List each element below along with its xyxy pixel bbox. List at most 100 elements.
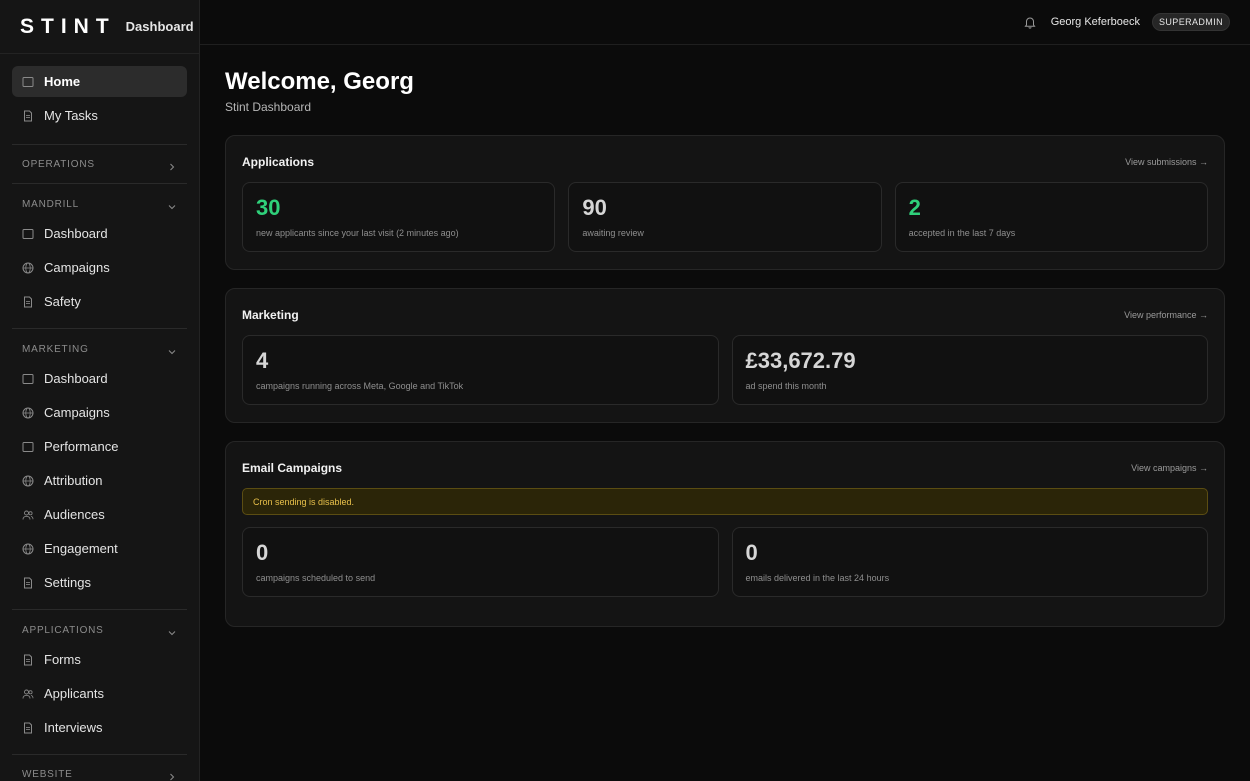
chevron-down-icon xyxy=(167,344,177,355)
stat-accepted[interactable]: 2 accepted in the last 7 days xyxy=(894,182,1208,252)
stat-new-applicants[interactable]: 30 new applicants since your last visit … xyxy=(242,182,556,252)
user-name[interactable]: Georg Keferboeck xyxy=(1051,16,1140,28)
sidebar-item-applicants[interactable]: Applicants xyxy=(12,678,187,709)
card-title: Marketing xyxy=(242,308,299,322)
sidebar: STINT Dashboard Home My Tasks OPERATIONS… xyxy=(0,0,200,781)
section-marketing-toggle[interactable]: MARKETING xyxy=(12,339,187,359)
sidebar-item-marketing-engagement[interactable]: Engagement xyxy=(12,533,187,564)
role-badge: SUPERADMIN xyxy=(1151,13,1230,31)
stats-row: 0 campaigns scheduled to send 0 emails d… xyxy=(242,527,1208,597)
stat-value: 90 xyxy=(582,195,607,220)
alert-text: Cron sending is disabled. xyxy=(253,496,355,507)
sidebar-item-label: Home xyxy=(44,74,81,89)
card-header: Marketing View performance → xyxy=(242,305,1208,325)
chevron-right-icon xyxy=(167,159,177,171)
sidebar-item-label: Forms xyxy=(44,652,81,667)
stat-campaigns-running[interactable]: 4 campaigns running across Meta, Google … xyxy=(242,335,719,405)
section-website: WEBSITE xyxy=(12,755,187,781)
square-icon xyxy=(22,228,34,240)
stats-row: 4 campaigns running across Meta, Google … xyxy=(242,335,1208,405)
brand-section-label: Dashboard xyxy=(125,19,194,34)
sidebar-item-marketing-settings[interactable]: Settings xyxy=(12,567,187,598)
stat-description: new applicants since your last visit (2 … xyxy=(256,228,459,238)
view-campaigns-link[interactable]: View campaigns → xyxy=(1131,463,1208,473)
sidebar-item-my-tasks[interactable]: My Tasks xyxy=(12,100,187,131)
card-title: Applications xyxy=(242,155,315,169)
card-title: Email Campaigns xyxy=(242,461,343,475)
section-operations: OPERATIONS xyxy=(12,145,187,184)
square-icon xyxy=(22,373,34,385)
sidebar-item-label: Campaigns xyxy=(44,405,110,420)
sidebar-item-label: My Tasks xyxy=(44,108,98,123)
document-icon xyxy=(22,296,34,308)
section-marketing: MARKETING Dashboard Campaigns Performanc… xyxy=(12,329,187,610)
brand: STINT Dashboard xyxy=(0,0,199,54)
section-mandrill-toggle[interactable]: MANDRILL xyxy=(12,194,187,214)
stat-awaiting-review[interactable]: 90 awaiting review xyxy=(568,182,882,252)
section-title: APPLICATIONS xyxy=(22,624,104,636)
sidebar-item-label: Safety xyxy=(44,294,81,309)
applications-card: Applications View submissions → 30 new a… xyxy=(225,135,1225,270)
stat-campaigns-scheduled[interactable]: 0 campaigns scheduled to send xyxy=(242,527,719,597)
section-title: MANDRILL xyxy=(22,198,79,210)
square-icon xyxy=(22,441,34,453)
sidebar-item-label: Dashboard xyxy=(44,371,108,386)
sidebar-item-marketing-attribution[interactable]: Attribution xyxy=(12,465,187,496)
sidebar-item-interviews[interactable]: Interviews xyxy=(12,712,187,743)
section-website-toggle[interactable]: WEBSITE xyxy=(12,764,187,781)
bell-icon[interactable] xyxy=(1023,15,1037,29)
stat-ad-spend[interactable]: £33,672.79 ad spend this month xyxy=(731,335,1208,405)
sidebar-item-label: Dashboard xyxy=(44,226,108,241)
stat-description: awaiting review xyxy=(582,228,644,238)
stats-row: 30 new applicants since your last visit … xyxy=(242,182,1208,252)
globe-icon xyxy=(22,407,34,419)
globe-icon xyxy=(22,543,34,555)
stint-logo[interactable]: STINT xyxy=(20,15,116,39)
chevron-down-icon xyxy=(167,199,177,210)
section-operations-toggle[interactable]: OPERATIONS xyxy=(12,154,187,174)
document-icon xyxy=(22,654,34,666)
top-bar: Georg Keferboeck SUPERADMIN xyxy=(200,0,1250,45)
page-title: Welcome, Georg xyxy=(225,68,414,95)
sidebar-item-mandrill-campaigns[interactable]: Campaigns xyxy=(12,252,187,283)
section-mandrill: MANDRILL Dashboard Campaigns Safety xyxy=(12,184,187,329)
sidebar-item-mandrill-dashboard[interactable]: Dashboard xyxy=(12,218,187,249)
sidebar-item-home[interactable]: Home xyxy=(12,66,187,97)
document-icon xyxy=(22,110,34,122)
sidebar-item-label: Attribution xyxy=(44,473,103,488)
sidebar-item-marketing-campaigns[interactable]: Campaigns xyxy=(12,397,187,428)
sidebar-item-label: Campaigns xyxy=(44,260,110,275)
sidebar-item-label: Interviews xyxy=(44,720,103,735)
stat-description: ad spend this month xyxy=(745,381,827,391)
view-performance-link[interactable]: View performance → xyxy=(1124,310,1208,320)
card-header: Applications View submissions → xyxy=(242,152,1208,172)
chevron-right-icon xyxy=(167,769,177,781)
page-subtitle: Stint Dashboard xyxy=(225,100,312,114)
section-applications-toggle[interactable]: APPLICATIONS xyxy=(12,620,187,640)
section-title: WEBSITE xyxy=(22,768,73,780)
cron-disabled-alert: Cron sending is disabled. xyxy=(242,488,1208,515)
globe-icon xyxy=(22,262,34,274)
view-submissions-link[interactable]: View submissions → xyxy=(1125,157,1208,167)
sidebar-item-marketing-performance[interactable]: Performance xyxy=(12,431,187,462)
stat-value: 0 xyxy=(256,540,269,565)
sidebar-item-mandrill-safety[interactable]: Safety xyxy=(12,286,187,317)
globe-icon xyxy=(22,475,34,487)
email-campaigns-card: Email Campaigns View campaigns → Cron se… xyxy=(225,441,1225,627)
sidebar-item-label: Settings xyxy=(44,575,91,590)
sidebar-item-forms[interactable]: Forms xyxy=(12,644,187,675)
stat-value: 2 xyxy=(908,195,921,220)
stat-description: campaigns running across Meta, Google an… xyxy=(256,381,464,391)
users-icon xyxy=(22,688,34,700)
section-title: MARKETING xyxy=(22,343,89,355)
stat-emails-delivered[interactable]: 0 emails delivered in the last 24 hours xyxy=(731,527,1208,597)
sidebar-item-label: Performance xyxy=(44,439,119,454)
stat-description: accepted in the last 7 days xyxy=(908,228,1016,238)
marketing-card: Marketing View performance → 4 campaigns… xyxy=(225,288,1225,423)
section-applications: APPLICATIONS Forms Applicants Interviews xyxy=(12,610,187,755)
section-title: OPERATIONS xyxy=(22,158,95,170)
nav-top: Home My Tasks xyxy=(12,54,187,145)
stat-description: emails delivered in the last 24 hours xyxy=(745,573,890,583)
sidebar-item-marketing-dashboard[interactable]: Dashboard xyxy=(12,363,187,394)
sidebar-item-marketing-audiences[interactable]: Audiences xyxy=(12,499,187,530)
